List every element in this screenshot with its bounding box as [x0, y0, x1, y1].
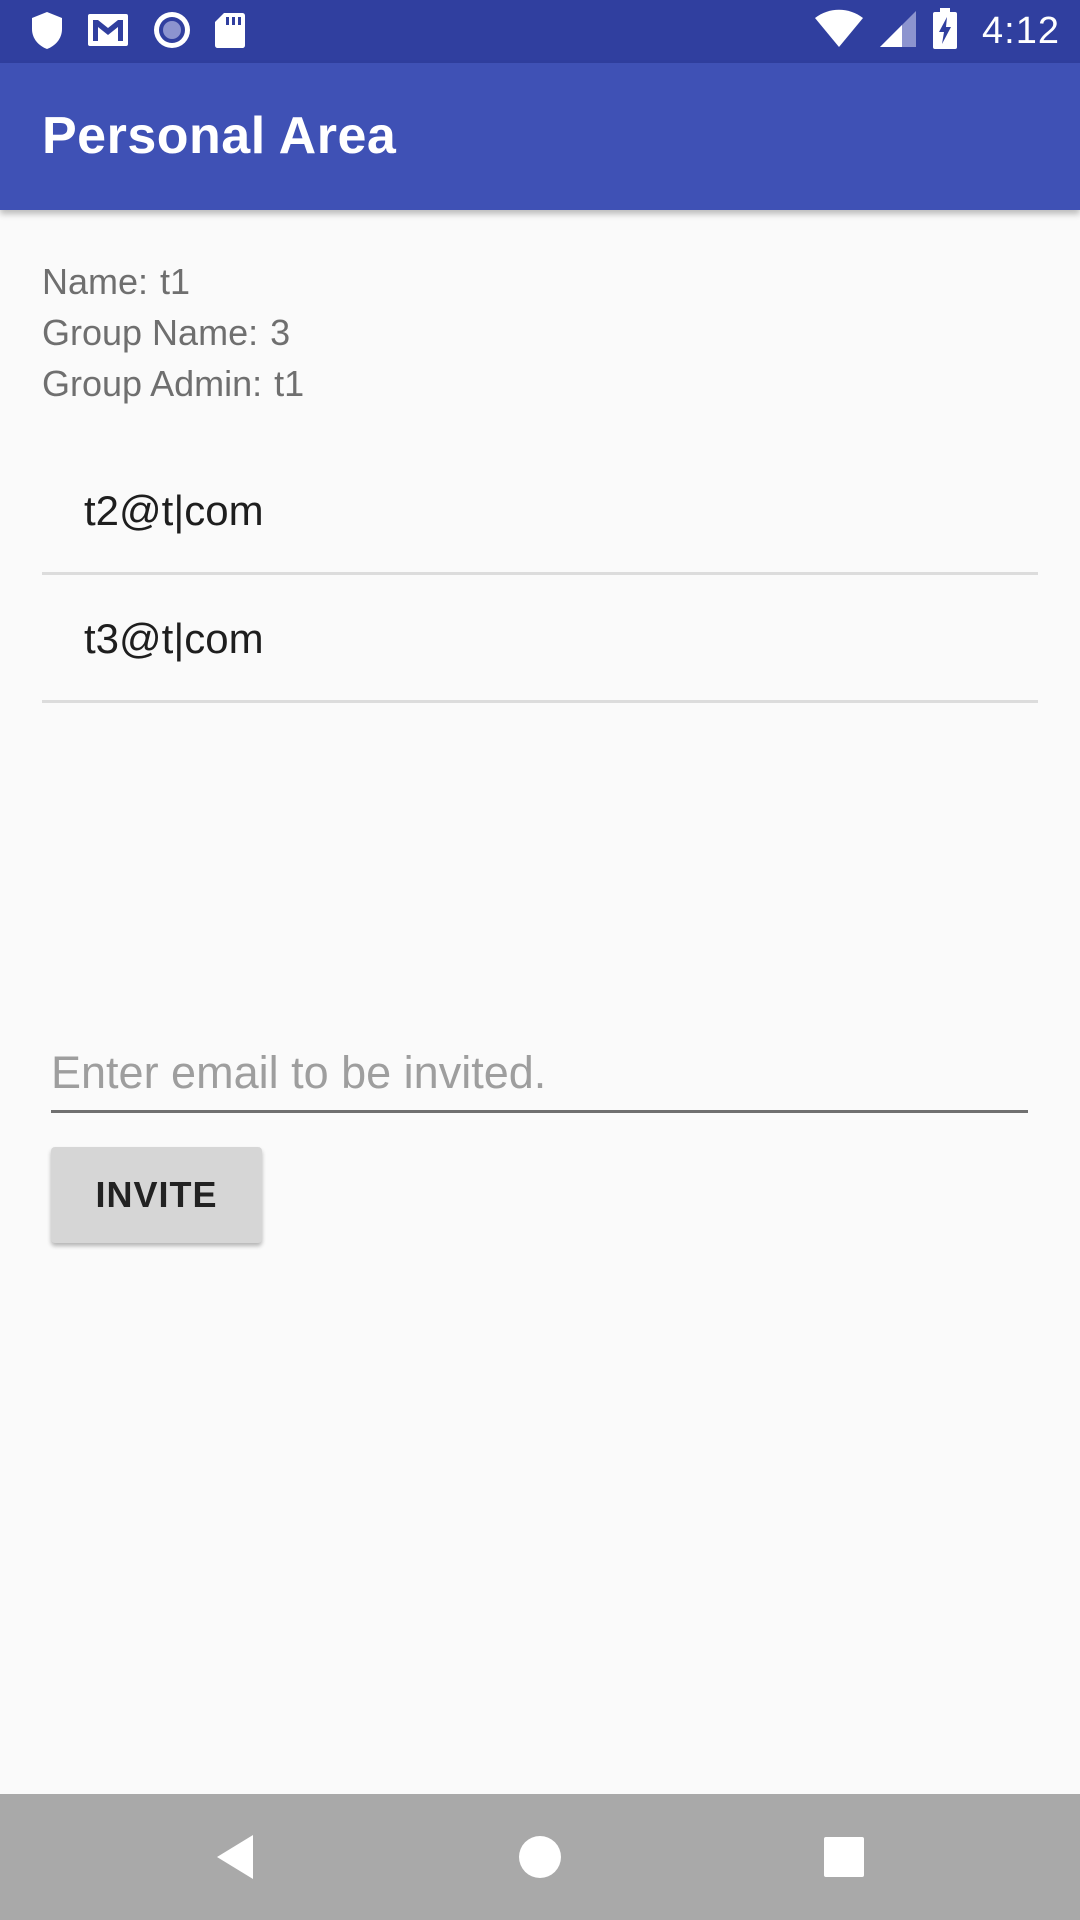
- circle-record-icon: [152, 10, 192, 55]
- list-item[interactable]: t2@t|com: [42, 447, 1038, 575]
- notification-icons: [30, 11, 246, 53]
- group-admin-label: Group Admin:: [42, 363, 263, 404]
- group-name-value: 3: [270, 312, 291, 353]
- group-admin-row: Group Admin: t1: [42, 358, 304, 409]
- back-icon[interactable]: [205, 1827, 265, 1887]
- invite-email-input[interactable]: [51, 1040, 1028, 1106]
- invite-email-field-wrapper: [51, 1040, 1028, 1113]
- gmail-icon: [86, 11, 130, 54]
- name-value: t1: [160, 261, 191, 302]
- battery-charging-icon: [932, 7, 958, 55]
- member-email: t3@t|com: [84, 615, 264, 662]
- member-email: t2@t|com: [84, 487, 264, 534]
- member-list: t2@t|com t3@t|com: [42, 447, 1038, 703]
- navigation-bar: [0, 1794, 1080, 1920]
- group-name-row: Group Name: 3: [42, 307, 304, 358]
- cell-signal-icon: [878, 9, 918, 54]
- invite-button[interactable]: INVITE: [51, 1147, 262, 1243]
- page-title: Personal Area: [42, 107, 397, 165]
- list-item[interactable]: t3@t|com: [42, 575, 1038, 703]
- group-admin-value: t1: [274, 363, 305, 404]
- name-row: Name: t1: [42, 256, 304, 307]
- screen: 4:12 Personal Area Name: t1 Group Name: 3 …: [0, 0, 1080, 1920]
- home-icon[interactable]: [510, 1827, 570, 1887]
- system-icons: 4:12: [814, 7, 1060, 55]
- status-bar: 4:12: [0, 0, 1080, 63]
- wifi-icon: [814, 9, 864, 54]
- sd-card-icon: [214, 11, 246, 54]
- status-time: 4:12: [982, 9, 1060, 52]
- group-info: Name: t1 Group Name: 3 Group Admin: t1: [42, 256, 304, 409]
- recents-icon[interactable]: [814, 1827, 874, 1887]
- app-bar: Personal Area: [0, 63, 1080, 210]
- group-name-label: Group Name:: [42, 312, 259, 353]
- shield-icon: [30, 10, 64, 55]
- name-label: Name:: [42, 261, 149, 302]
